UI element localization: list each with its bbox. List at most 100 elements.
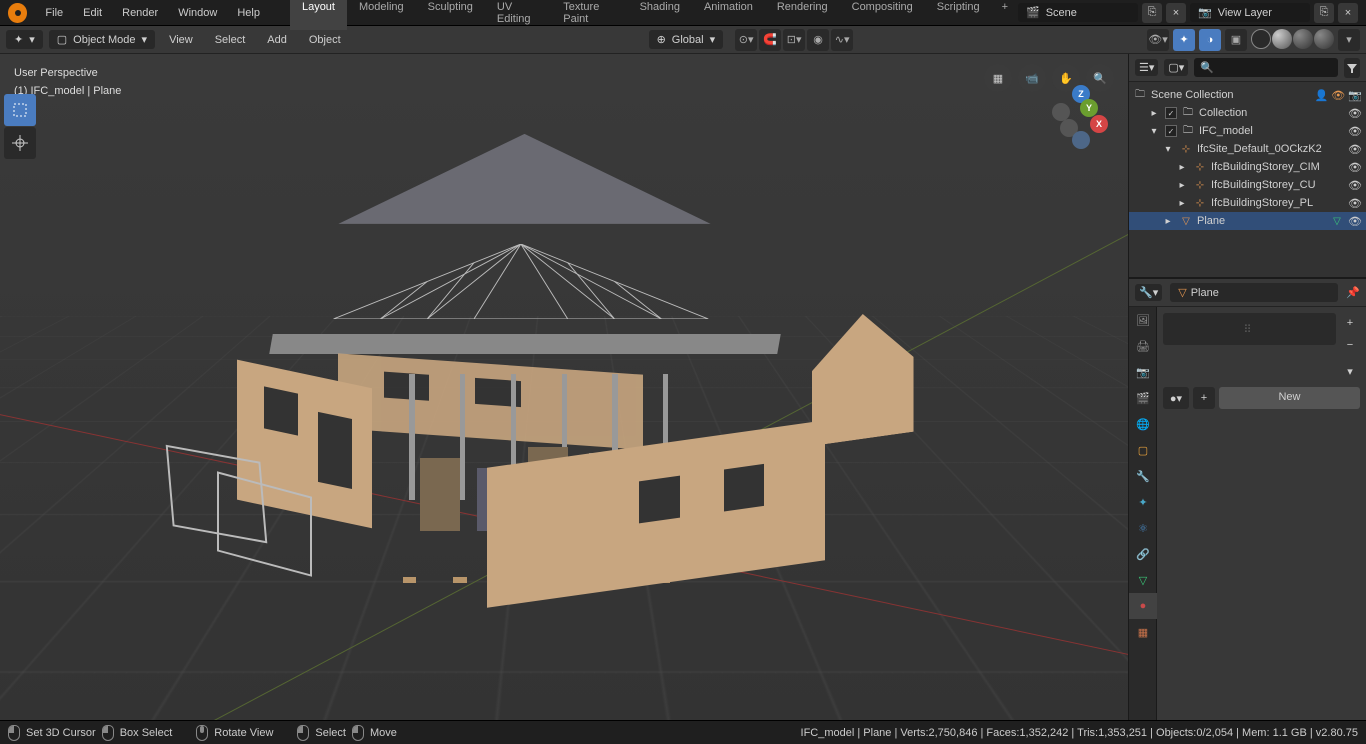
tree-row-storey-1[interactable]: ▸ ⊹ IfcBuildingStorey_CIM 👁: [1129, 158, 1366, 176]
shading-lookdev[interactable]: [1293, 29, 1313, 49]
tree-row-scene-collection[interactable]: 🗀 Scene Collection 👤 👁 📷: [1129, 86, 1366, 104]
viewlayer-delete-button[interactable]: ×: [1338, 3, 1358, 23]
workspace-tab-layout[interactable]: Layout: [290, 0, 347, 30]
editor-type-dropdown[interactable]: ✦ ▾: [6, 30, 43, 49]
menu-render[interactable]: Render: [112, 3, 168, 23]
menu-window[interactable]: Window: [168, 3, 227, 23]
shading-rendered[interactable]: [1314, 29, 1334, 49]
view-menu[interactable]: View: [161, 31, 201, 49]
search-input[interactable]: [1218, 62, 1332, 74]
tab-constraint[interactable]: 🔗: [1129, 541, 1157, 567]
workspace-tab-sculpting[interactable]: Sculpting: [416, 0, 485, 30]
tree-row-plane[interactable]: ▸ ▽ Plane ▽ 👁: [1129, 212, 1366, 230]
workspace-tab-scripting[interactable]: Scripting: [925, 0, 992, 30]
viewlayer-selector[interactable]: 📷 View Layer: [1190, 3, 1310, 22]
tab-particle[interactable]: ✦: [1129, 489, 1157, 515]
workspace-tab-compositing[interactable]: Compositing: [840, 0, 925, 30]
add-menu[interactable]: Add: [259, 31, 295, 49]
visibility-toggle[interactable]: 👁: [1348, 107, 1362, 120]
visibility-toggle[interactable]: 👁: [1348, 197, 1362, 210]
visibility-toggle[interactable]: 👁: [1348, 143, 1362, 156]
overlay-toggle[interactable]: ◑: [1199, 29, 1221, 51]
workspace-tab-texpaint[interactable]: Texture Paint: [551, 0, 627, 30]
properties-context-path[interactable]: ▽ Plane: [1170, 283, 1338, 302]
visibility-toggle[interactable]: 👁: [1348, 125, 1362, 138]
snap-toggle[interactable]: 🧲: [759, 29, 781, 51]
workspace-tab-uv[interactable]: UV Editing: [485, 0, 551, 30]
mode-selector[interactable]: ▢ Object Mode ▾: [49, 30, 155, 49]
proportional-options[interactable]: ∿▾: [831, 29, 853, 51]
properties-editor-type[interactable]: 🔧▾: [1135, 284, 1162, 301]
material-slot-add[interactable]: +: [1340, 313, 1360, 333]
gizmo-y-axis[interactable]: Y: [1080, 99, 1098, 117]
expand-icon[interactable]: ▸: [1175, 160, 1189, 174]
proportional-toggle[interactable]: ◉: [807, 29, 829, 51]
object-menu[interactable]: Object: [301, 31, 349, 49]
expand-icon[interactable]: ▸: [1147, 106, 1161, 120]
pin-icon[interactable]: 📌: [1346, 286, 1360, 299]
menu-edit[interactable]: Edit: [73, 3, 112, 23]
material-slot-list[interactable]: ⠿: [1163, 313, 1336, 345]
zoom-button[interactable]: 🔍: [1086, 64, 1114, 92]
orientation-selector[interactable]: ⊕ Global ▾: [649, 30, 724, 49]
shading-solid[interactable]: [1272, 29, 1292, 49]
scene-delete-button[interactable]: ×: [1166, 3, 1186, 23]
workspace-tab-shading[interactable]: Shading: [628, 0, 692, 30]
workspace-tab-rendering[interactable]: Rendering: [765, 0, 840, 30]
camera-toggle-button[interactable]: 📹: [1018, 64, 1046, 92]
tab-output[interactable]: 🖨: [1129, 333, 1157, 359]
viewlayer-new-button[interactable]: ⎘: [1314, 3, 1334, 23]
gizmo-toggle[interactable]: ✦: [1173, 29, 1195, 51]
tab-render[interactable]: 🖼: [1129, 307, 1157, 333]
outliner-editor-type[interactable]: ☰▾: [1135, 59, 1158, 76]
cursor-tool[interactable]: [4, 127, 36, 159]
material-add-button[interactable]: +: [1193, 387, 1215, 409]
snap-options[interactable]: ⊡▾: [783, 29, 805, 51]
material-new-button[interactable]: New: [1219, 387, 1360, 409]
expand-icon[interactable]: ▸: [1161, 214, 1175, 228]
tab-viewlayer[interactable]: 📷: [1129, 359, 1157, 385]
pivot-selector[interactable]: ⊙▾: [735, 29, 757, 51]
tree-row-storey-2[interactable]: ▸ ⊹ IfcBuildingStorey_CU 👁: [1129, 176, 1366, 194]
visibility-toggle[interactable]: 👁: [1348, 215, 1362, 228]
tab-scene[interactable]: 🎬: [1129, 385, 1157, 411]
camera-view-button[interactable]: ▦: [984, 64, 1012, 92]
material-slot-menu[interactable]: ▾: [1340, 361, 1360, 381]
visibility-toggle[interactable]: 👁: [1348, 161, 1362, 174]
visibility-popover[interactable]: 👁▾: [1147, 29, 1169, 51]
material-browse-button[interactable]: ●▾: [1163, 387, 1189, 409]
shading-options[interactable]: ▾: [1338, 29, 1360, 51]
outliner-display-mode[interactable]: ▢▾: [1164, 59, 1188, 76]
outliner-filter-button[interactable]: [1344, 58, 1360, 78]
collection-checkbox[interactable]: [1165, 125, 1177, 137]
menu-help[interactable]: Help: [227, 3, 270, 23]
tree-row-ifc-site[interactable]: ▾ ⊹ IfcSite_Default_0OCkzK2 👁: [1129, 140, 1366, 158]
expand-icon[interactable]: ▸: [1175, 196, 1189, 210]
expand-icon[interactable]: ▾: [1147, 124, 1161, 138]
select-box-tool[interactable]: [4, 94, 36, 126]
expand-icon[interactable]: ▸: [1175, 178, 1189, 192]
tree-row-collection[interactable]: ▸ 🗀 Collection 👁: [1129, 104, 1366, 122]
workspace-tab-animation[interactable]: Animation: [692, 0, 765, 30]
tab-texture[interactable]: ▦: [1129, 619, 1157, 645]
scene-selector[interactable]: 🎬 Scene: [1018, 3, 1138, 22]
collection-checkbox[interactable]: [1165, 107, 1177, 119]
navigation-gizmo[interactable]: Z Y X: [1052, 89, 1108, 145]
xray-toggle[interactable]: ▣: [1225, 29, 1247, 51]
tree-row-storey-3[interactable]: ▸ ⊹ IfcBuildingStorey_PL 👁: [1129, 194, 1366, 212]
gizmo-neg-z[interactable]: [1072, 131, 1090, 149]
shading-wireframe[interactable]: [1251, 29, 1271, 49]
tab-modifier[interactable]: 🔧: [1129, 463, 1157, 489]
3d-viewport[interactable]: User Perspective (1) IFC_model | Plane ▦…: [0, 54, 1128, 720]
workspace-tab-modeling[interactable]: Modeling: [347, 0, 416, 30]
select-menu[interactable]: Select: [207, 31, 254, 49]
menu-file[interactable]: File: [35, 3, 73, 23]
tab-world[interactable]: 🌐: [1129, 411, 1157, 437]
visibility-toggle[interactable]: 👁: [1348, 179, 1362, 192]
workspace-add-button[interactable]: +: [992, 0, 1018, 30]
tree-row-ifc-model[interactable]: ▾ 🗀 IFC_model 👁: [1129, 122, 1366, 140]
tab-physics[interactable]: ⚛: [1129, 515, 1157, 541]
tab-material[interactable]: ●: [1129, 593, 1157, 619]
outliner-search[interactable]: 🔍: [1194, 58, 1338, 77]
scene-new-button[interactable]: ⎘: [1142, 3, 1162, 23]
